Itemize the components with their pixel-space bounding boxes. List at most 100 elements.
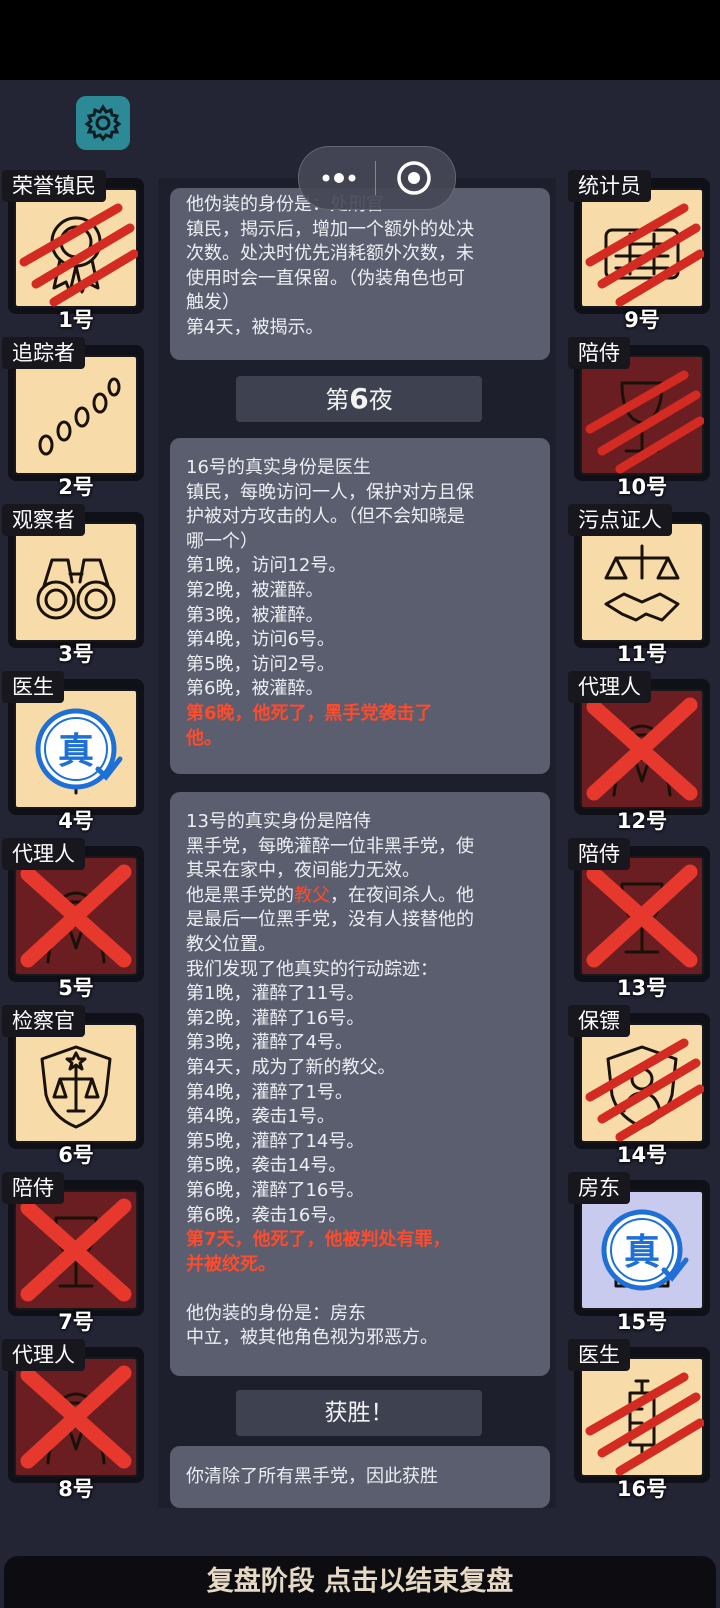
role-label: 陪侍 — [2, 1172, 64, 1204]
log-line: 镇民，每晚访问一人，保护对方且保 — [186, 481, 474, 503]
log-line: 13号的真实身份是陪侍 — [186, 811, 371, 832]
role-label: 代理人 — [2, 838, 85, 870]
godfather-keyword: 教父 — [294, 884, 330, 906]
log-line: 第4晚，袭击1号。 — [186, 1106, 335, 1128]
truth-badge-icon: 真 — [35, 708, 123, 790]
role-label: 房东 — [568, 1172, 630, 1204]
player-number: 15号 — [616, 1310, 668, 1334]
log-line: 第7天，他死了，他被判处有罪， — [186, 1229, 451, 1251]
log-line: 其呆在家中，夜间能力无效。 — [186, 860, 420, 882]
claw-slash-icon — [585, 1372, 704, 1476]
settings-button[interactable] — [76, 96, 130, 150]
role-label: 陪侍 — [568, 838, 630, 870]
capsule-divider — [375, 161, 376, 195]
role-label: 追踪者 — [2, 337, 85, 369]
log-line: 第5晚，袭击14号。 — [186, 1155, 347, 1177]
player-card-1[interactable]: 荣誉镇民 1号 — [2, 170, 144, 332]
svg-text:真: 真 — [58, 731, 94, 772]
player-number: 3号 — [58, 642, 94, 666]
player-card-12[interactable]: 代理人 12号 — [568, 671, 710, 833]
log-line: 我们发现了他真实的行动踪迹： — [186, 958, 438, 980]
player-card-8[interactable]: 代理人 8号 — [2, 1339, 144, 1501]
role-icon — [38, 377, 121, 456]
svg-text:真: 真 — [624, 1232, 660, 1273]
role-label: 统计员 — [568, 170, 651, 202]
player-number: 14号 — [616, 1143, 668, 1167]
log-line: 第3晚，灌醉了4号。 — [186, 1032, 353, 1054]
player-number: 4号 — [58, 809, 94, 833]
player-card-7[interactable]: 陪侍 7号 — [2, 1172, 144, 1334]
player-number: 9号 — [624, 308, 660, 332]
player-card-4[interactable]: 真 医生 4号 — [2, 671, 144, 833]
role-label: 代理人 — [2, 1339, 85, 1371]
claw-slash-icon — [585, 1038, 704, 1142]
player-card-5[interactable]: 代理人 5号 — [2, 838, 144, 1000]
log-line: 第4天，成为了新的教父。 — [186, 1056, 396, 1078]
claw-slash-icon — [585, 370, 704, 474]
log-line: 教父位置。 — [186, 933, 276, 955]
player-card-9[interactable]: 统计员 9号 — [568, 170, 710, 332]
log-line: 第4晚，访问6号。 — [186, 629, 335, 651]
eliminated-cross-icon — [20, 1365, 132, 1469]
log-line: 护被对方攻击的人。（但不会知晓是 — [186, 506, 465, 528]
eliminated-cross-icon — [20, 1198, 132, 1302]
role-label: 检察官 — [2, 1005, 85, 1037]
role-label: 观察者 — [2, 504, 85, 536]
role-label: 医生 — [2, 671, 64, 703]
log-line: 哪一个） — [186, 530, 258, 552]
role-icon — [36, 558, 116, 620]
target-circle-icon[interactable] — [395, 159, 433, 197]
log-line: 第6晚，灌醉了16号。 — [186, 1179, 365, 1201]
role-icon — [604, 544, 680, 622]
player-number: 8号 — [58, 1477, 94, 1501]
role-label: 医生 — [568, 1339, 630, 1371]
log-line: 第6晚，他死了，黑手党袭击了 — [186, 702, 433, 724]
player-card-16[interactable]: 医生 16号 — [568, 1339, 710, 1501]
player-number: 6号 — [58, 1143, 94, 1167]
player-card-15[interactable]: 真 房东 15号 — [568, 1172, 710, 1334]
player-card-3[interactable]: 观察者 3号 — [2, 504, 144, 666]
player-number: 2号 — [58, 475, 94, 499]
end-review-button[interactable]: 复盘阶段 点击以结束复盘 — [4, 1556, 716, 1608]
log-line: 第2晚，灌醉了16号。 — [186, 1007, 365, 1029]
player-card-2[interactable]: 追踪者 2号 — [2, 337, 144, 499]
player-card-14[interactable]: 保镖 14号 — [568, 1005, 710, 1167]
player-card-11[interactable]: 污点证人 11号 — [568, 504, 710, 666]
role-label: 代理人 — [568, 671, 651, 703]
player-number: 13号 — [616, 976, 668, 1000]
eliminated-cross-icon — [586, 864, 698, 968]
mini-program-capsule — [298, 146, 456, 210]
log-line: 是最后一位黑手党，没有人接替他的 — [186, 909, 474, 931]
player-number: 10号 — [616, 475, 668, 499]
log-line: 第3晚，被灌醉。 — [186, 604, 324, 626]
player-card-10[interactable]: 陪侍 10号 — [568, 337, 710, 499]
log-line: 第5晚，访问2号。 — [186, 653, 335, 675]
log-line: 第4晚，灌醉了1号。 — [186, 1081, 353, 1103]
victory-header: 获胜！ — [236, 1390, 482, 1436]
log-line: 第4天，被揭示。 — [186, 316, 324, 338]
player-card-13[interactable]: 陪侍 13号 — [568, 838, 710, 1000]
log-line: 并被绞死。 — [186, 1253, 276, 1275]
log-line: 第1晚，访问12号。 — [186, 555, 347, 577]
status-bar — [0, 0, 720, 80]
log-line: 第5晚，灌醉了14号。 — [186, 1130, 365, 1152]
more-dots-icon[interactable] — [319, 165, 359, 191]
player-number: 1号 — [58, 308, 94, 332]
eliminated-cross-icon — [20, 864, 132, 968]
log-line: 使用时会一直保留。（伪装角色也可 — [186, 267, 465, 289]
log-line: 次数。处决时优先消耗额外次数，未 — [186, 243, 474, 265]
player-card-6[interactable]: 检察官 6号 — [2, 1005, 144, 1167]
log-panel-doctor: 16号的真实身份是医生 镇民，每晚访问一人，保护对方且保 护被对方攻击的人。（但不会… — [170, 438, 550, 774]
log-line-godfather: 他是黑手党的教父，在夜间杀人。他 — [186, 884, 474, 906]
role-label: 荣誉镇民 — [2, 170, 106, 202]
role-label: 保镖 — [568, 1005, 630, 1037]
claw-slash-icon — [19, 203, 138, 307]
claw-slash-icon — [585, 203, 704, 307]
log-line: 镇民，揭示后，增加一个额外的处决 — [186, 218, 474, 240]
player-number: 12号 — [616, 809, 668, 833]
log-line: 第6晚，袭击16号。 — [186, 1204, 347, 1226]
role-icon — [40, 1045, 112, 1129]
log-line: 他伪装的身份是：房东 — [186, 1302, 366, 1324]
role-label: 陪侍 — [568, 337, 630, 369]
log-line: 黑手党，每晚灌醉一位非黑手党，使 — [186, 835, 474, 857]
